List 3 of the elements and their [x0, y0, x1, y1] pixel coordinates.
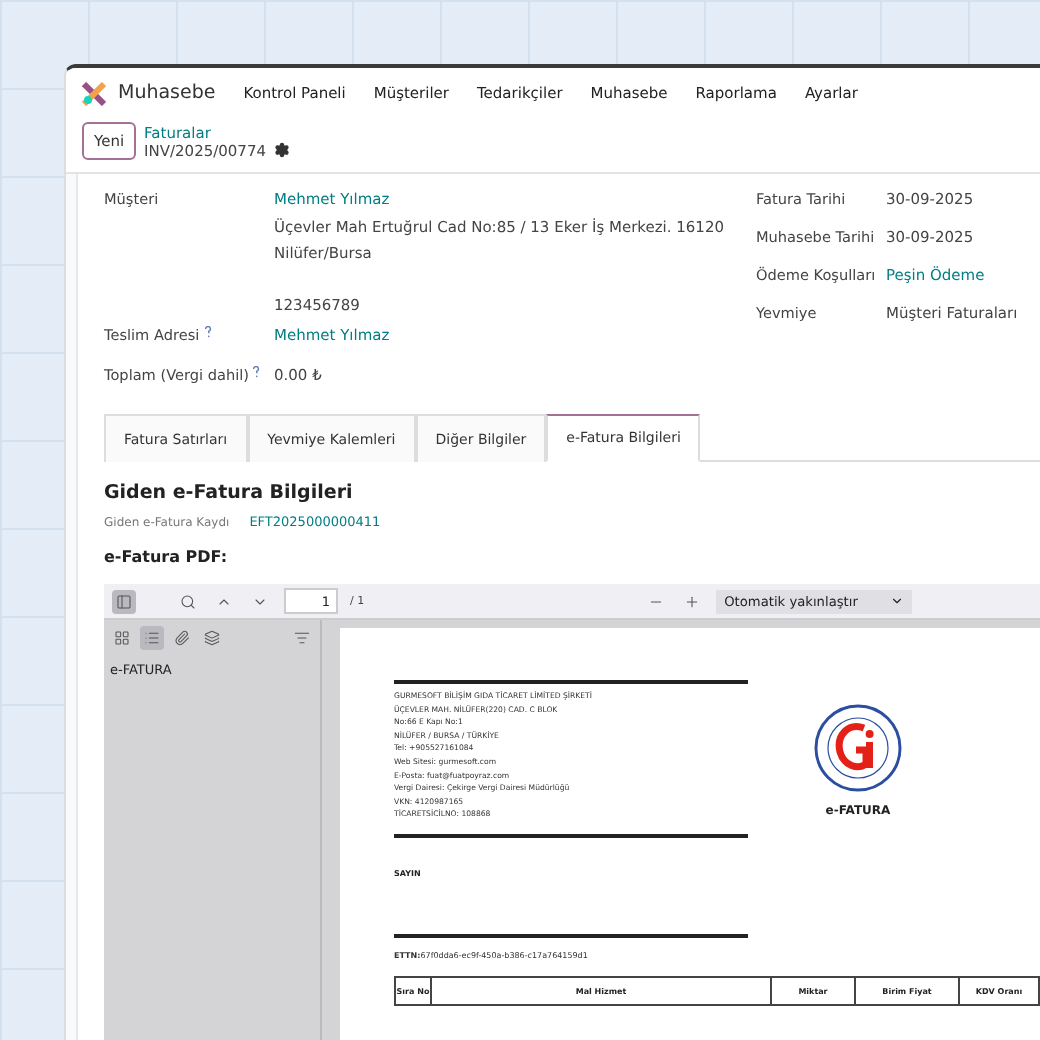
- app-name[interactable]: Muhasebe: [118, 82, 216, 104]
- field-label: e-Fatura PDF:: [104, 548, 230, 566]
- section-title: Giden e-Fatura Bilgileri: [104, 482, 355, 504]
